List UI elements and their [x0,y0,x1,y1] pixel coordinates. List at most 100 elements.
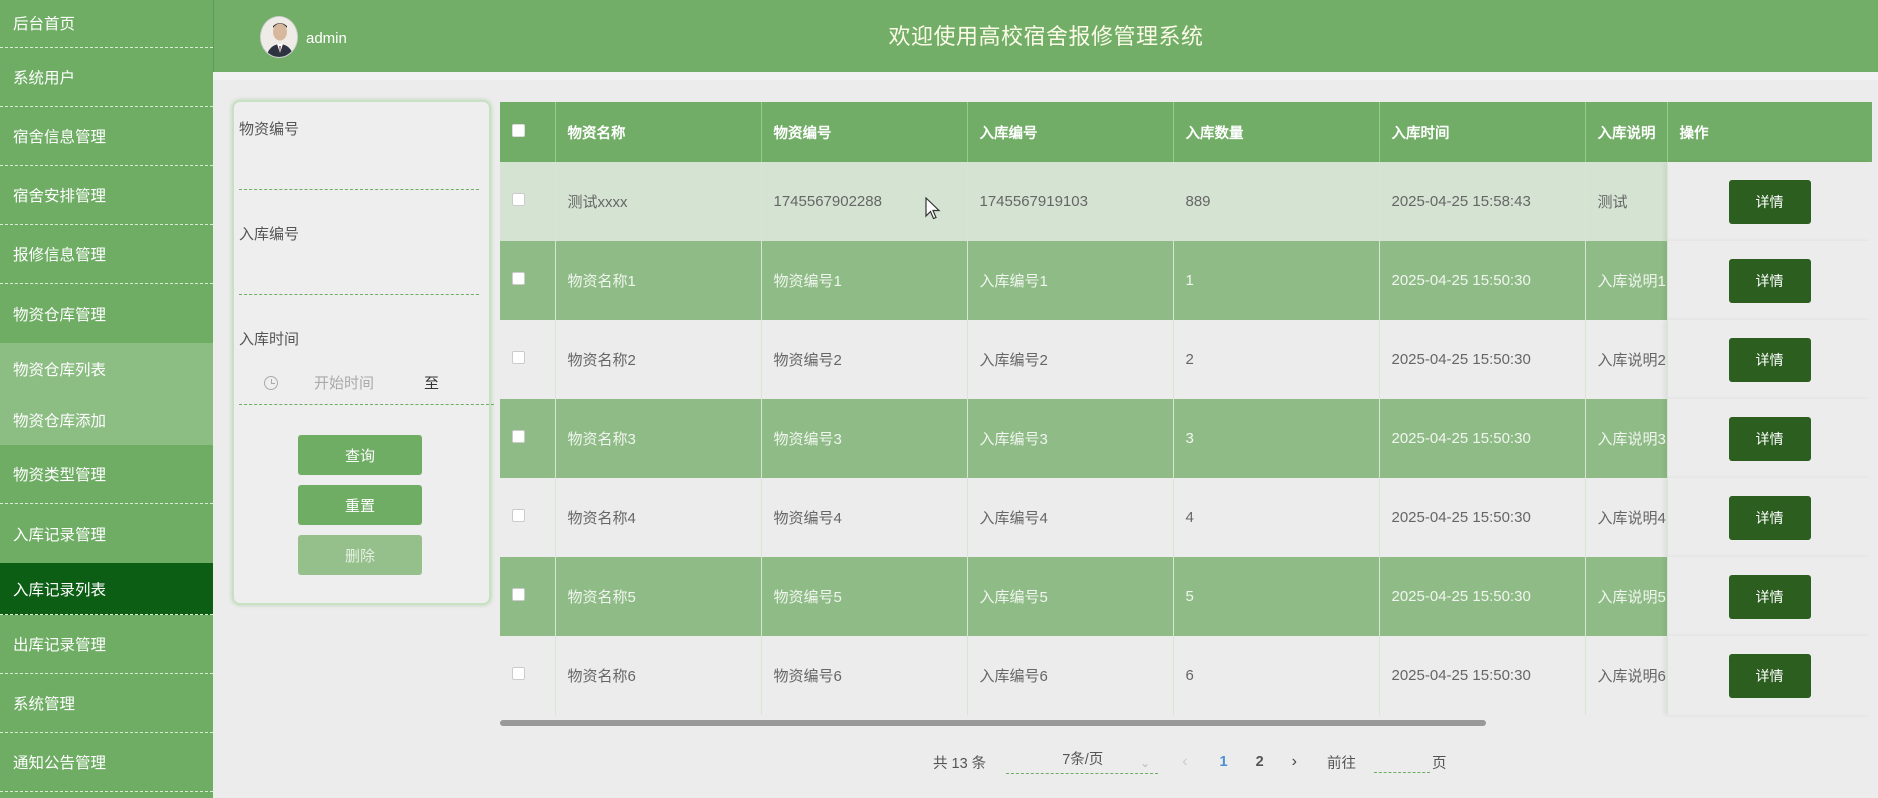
row-checkbox[interactable] [512,667,525,680]
horizontal-scrollbar[interactable] [500,720,1486,726]
search-panel: 物资编号 入库编号 入库时间 开始时间 至 查询 重置 删除 [232,100,494,605]
sidebar-item-home[interactable]: 后台首页 [0,0,213,48]
sidebar-item-label: 入库记录管理 [13,526,107,544]
sidebar-item-dorm-arrange[interactable]: 宿舍安排管理 [0,166,213,225]
column-header-action: 操作 [1667,102,1872,162]
row-checkbox[interactable] [512,588,525,601]
cell-in-code: 入库编号6 [967,636,1174,715]
reset-button[interactable]: 重置 [298,485,422,525]
detail-button[interactable]: 详情 [1728,179,1811,224]
material-code-input[interactable] [239,189,479,190]
inbound-code-label: 入库编号 [239,226,300,243]
sidebar-item-warehouse[interactable]: 物资仓库管理 [0,284,213,343]
column-header-qty[interactable]: 入库数量 [1173,102,1380,162]
cell-name: 测试xxxx [555,162,762,241]
column-header-in-code[interactable]: 入库编号 [967,102,1174,162]
cell-note: 入库说明6 [1585,636,1668,715]
table-row[interactable]: 物资名称3 物资编号3 入库编号3 3 2025-04-25 15:50:30 入库说明3… [500,399,1872,478]
page-size-select[interactable]: 7条/页 ⌄ [1006,750,1159,774]
sidebar-item-inbound-list[interactable]: 入库记录列表 [0,563,213,615]
sidebar-item-label: 物资仓库添加 [13,412,107,430]
sidebar-item-inbound-records[interactable]: 入库记录管理 [0,504,213,563]
detail-button[interactable]: 详情 [1728,416,1811,461]
detail-button[interactable]: 详情 [1728,337,1811,382]
detail-button[interactable]: 详情 [1728,574,1811,619]
cell-in-code: 入库编号4 [967,478,1174,557]
column-header-code[interactable]: 物资编号 [761,102,968,162]
cell-name: 物资名称1 [555,241,762,320]
table-row[interactable]: 测试xxxx 1745567902288 1745567919103 889 2025-… [500,162,1872,241]
cell-in-code: 入库编号1 [967,241,1174,320]
sidebar-item-system-users[interactable]: 系统用户 [0,48,213,107]
page-2[interactable]: 2 [1256,754,1264,770]
sidebar-item-material-type[interactable]: 物资类型管理 [0,445,213,504]
cell-qty: 4 [1173,478,1380,557]
next-page-icon[interactable]: › [1292,753,1297,771]
cell-time: 2025-04-25 15:50:30 [1379,557,1586,636]
cell-qty: 2 [1173,320,1380,399]
sidebar-item-warehouse-add[interactable]: 物资仓库添加 [0,394,213,445]
row-select-cell [500,241,556,320]
content-divider [213,72,1878,80]
detail-button[interactable]: 详情 [1728,258,1811,303]
cell-name: 物资名称3 [555,399,762,478]
range-separator: 至 [424,375,440,392]
table-row[interactable]: 物资名称4 物资编号4 入库编号4 4 2025-04-25 15:50:30 入库说明4… [500,478,1872,557]
sidebar-item-label: 物资类型管理 [13,467,107,484]
action-cell: 详情 [1666,636,1872,715]
cell-code: 物资编号2 [761,320,968,399]
page-title: 欢迎使用高校宿舍报修管理系统 [888,24,1204,49]
select-all-cell [500,102,556,162]
material-code-label: 物资编号 [239,121,300,138]
row-checkbox[interactable] [512,272,525,285]
query-button[interactable]: 查询 [298,435,422,475]
column-header-name[interactable]: 物资名称 [555,102,762,162]
header: admin 欢迎使用高校宿舍报修管理系统 [213,0,1878,72]
cell-qty: 5 [1173,557,1380,636]
table-row[interactable]: 物资名称2 物资编号2 入库编号2 2 2025-04-25 15:50:30 入库说明2… [500,320,1872,399]
table-row[interactable]: 物资名称5 物资编号5 入库编号5 5 2025-04-25 15:50:30 入库说明5… [500,557,1872,636]
mouse-cursor-icon [925,197,941,220]
cell-note: 入库说明5 [1585,557,1668,636]
cell-code: 物资编号3 [761,399,968,478]
row-checkbox[interactable] [512,509,525,522]
records-table-container: 物资名称 物资编号 入库编号 入库数量 入库时间 入库说明 操作 测试xxxx 1… [500,102,1872,724]
row-checkbox[interactable] [512,430,525,443]
cell-in-code: 入库编号3 [967,399,1174,478]
sidebar-item-system-manage[interactable]: 系统管理 [0,674,213,733]
goto-page-input[interactable] [1374,751,1430,773]
sidebar-item-notices[interactable]: 通知公告管理 [0,733,213,792]
cell-qty: 889 [1173,162,1380,241]
row-checkbox[interactable] [512,193,525,206]
start-time-input[interactable]: 开始时间 [314,372,424,393]
cell-name: 物资名称6 [555,636,762,715]
page-1[interactable]: 1 [1220,754,1228,770]
cell-note: 入库说明4 [1585,478,1668,557]
sidebar-item-repair-info[interactable]: 报修信息管理 [0,225,213,284]
action-cell: 详情 [1666,557,1872,636]
sidebar-item-label: 物资仓库列表 [13,361,107,379]
row-select-cell [500,557,556,636]
cell-code: 物资编号1 [761,241,968,320]
cell-note: 测试 [1585,162,1668,241]
cell-time: 2025-04-25 15:58:43 [1379,162,1586,241]
detail-button[interactable]: 详情 [1728,495,1811,540]
sidebar-item-outbound-records[interactable]: 出库记录管理 [0,615,213,674]
sidebar-item-dorm-info[interactable]: 宿舍信息管理 [0,107,213,166]
delete-button[interactable]: 删除 [298,535,422,575]
table-row[interactable]: 物资名称1 物资编号1 入库编号1 1 2025-04-25 15:50:30 入库说明1… [500,241,1872,320]
detail-button[interactable]: 详情 [1728,653,1811,698]
select-all-checkbox[interactable] [512,123,525,137]
pagination: 共 13 条 7条/页 ⌄ ‹ 1 2 › 前往 页 [933,750,1447,774]
date-range-picker[interactable]: 开始时间 至 [264,372,439,393]
table-row[interactable]: 物资名称6 物资编号6 入库编号6 6 2025-04-25 15:50:30 入库说明6… [500,636,1872,715]
prev-page-icon[interactable]: ‹ [1182,753,1187,771]
sidebar-item-warehouse-list[interactable]: 物资仓库列表 [0,343,213,394]
column-header-note[interactable]: 入库说明 [1585,102,1668,162]
row-checkbox[interactable] [512,351,525,364]
cell-time: 2025-04-25 15:50:30 [1379,399,1586,478]
column-header-time[interactable]: 入库时间 [1379,102,1586,162]
inbound-code-input[interactable] [239,294,479,295]
chevron-down-icon: ⌄ [1140,756,1151,770]
action-cell: 详情 [1666,399,1872,478]
